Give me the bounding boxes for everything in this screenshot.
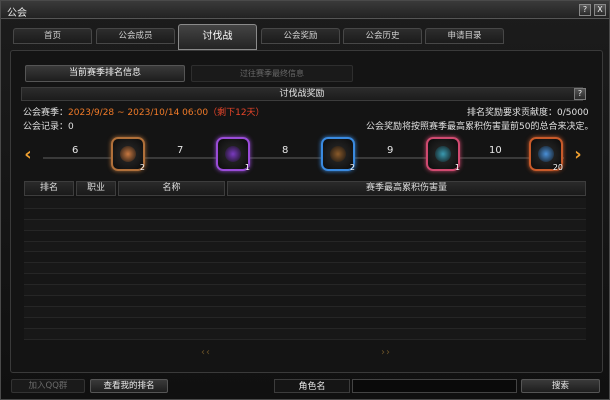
help-icon[interactable]: ?	[579, 4, 591, 16]
table-row	[24, 274, 586, 286]
rank-requirement: 排名奖励要求贡献度：0/5000	[467, 108, 589, 118]
reward-help-icon[interactable]: ?	[574, 88, 586, 100]
season-info: 公会赛季：2023/9/28 ~ 2023/10/14 06:00（剩下12天）	[23, 105, 265, 118]
rank-number: 8	[282, 145, 289, 156]
reward-count: 2	[139, 163, 145, 172]
column-header-name[interactable]: 名称	[118, 181, 225, 196]
subtab-past-season[interactable]: 过往赛季最终信息	[191, 65, 353, 82]
reward-header: 讨伐战奖励	[21, 87, 583, 101]
reward-count: 2	[349, 163, 355, 172]
title-bar: 公会 ? X	[1, 1, 609, 19]
search-button[interactable]: 搜索	[521, 379, 600, 393]
page-next-button[interactable]: ››	[381, 347, 391, 358]
purple-orb-icon[interactable]: 1	[216, 137, 250, 172]
rank-number: 9	[387, 145, 394, 156]
rank-number: 7	[177, 145, 184, 156]
reward-count: 20	[552, 163, 563, 172]
blue-chest-icon[interactable]: 2	[321, 137, 355, 172]
table-row	[24, 252, 586, 264]
tab-raid[interactable]: 讨伐战	[178, 24, 257, 50]
ranking-table	[24, 198, 586, 342]
tab-rewards[interactable]: 公会奖励	[261, 28, 340, 44]
table-row	[24, 328, 586, 340]
slider-right-arrow[interactable]: ›	[571, 145, 585, 167]
character-name-label: 角色名	[274, 379, 350, 393]
orange-emblem-icon[interactable]: 2	[111, 137, 145, 172]
table-row	[24, 208, 586, 220]
page-prev-button[interactable]: ‹‹	[201, 347, 211, 358]
table-row	[24, 263, 586, 275]
blue-stone-icon[interactable]: 20	[529, 137, 563, 172]
tab-history[interactable]: 公会历史	[343, 28, 422, 44]
table-row	[24, 285, 586, 297]
table-row	[24, 241, 586, 253]
rank-number: 10	[489, 145, 502, 156]
view-my-rank-button[interactable]: 查看我的排名	[90, 379, 168, 393]
character-name-input[interactable]	[352, 379, 517, 393]
season-remaining: （剩下12天）	[208, 108, 265, 118]
tab-members[interactable]: 公会成员	[96, 28, 175, 44]
table-row	[24, 219, 586, 231]
tab-home[interactable]: 首页	[13, 28, 92, 44]
window-title: 公会	[7, 8, 27, 19]
tab-applications[interactable]: 申请目录	[425, 28, 504, 44]
guild-window: 公会 ? X 首页 公会成员 讨伐战 公会奖励 公会历史 申请目录 当前赛季排名…	[0, 0, 610, 400]
subtab-current-season[interactable]: 当前赛季排名信息	[25, 65, 185, 82]
close-icon[interactable]: X	[594, 4, 606, 16]
rank-number: 6	[72, 145, 79, 156]
table-row	[24, 198, 586, 209]
reward-count: 1	[244, 163, 250, 172]
column-header-class[interactable]: 职业	[76, 181, 116, 196]
pink-gem-icon[interactable]: 1	[426, 137, 460, 172]
column-header-rank[interactable]: 排名	[24, 181, 74, 196]
column-header-damage[interactable]: 赛季最高累积伤害量	[227, 181, 586, 196]
table-row	[24, 306, 586, 318]
season-label: 公会赛季：	[23, 108, 69, 118]
reward-count: 1	[454, 163, 460, 172]
table-row	[24, 230, 586, 242]
slider-left-arrow[interactable]: ‹	[21, 145, 35, 167]
reward-slider: ‹ › 6 7 8 9 10 2 1 2 1 20	[21, 131, 586, 175]
join-qq-button[interactable]: 加入QQ群	[11, 379, 85, 393]
table-row	[24, 317, 586, 329]
season-range: 2023/9/28 ~ 2023/10/14 06:00	[68, 108, 209, 118]
table-row	[24, 296, 586, 307]
